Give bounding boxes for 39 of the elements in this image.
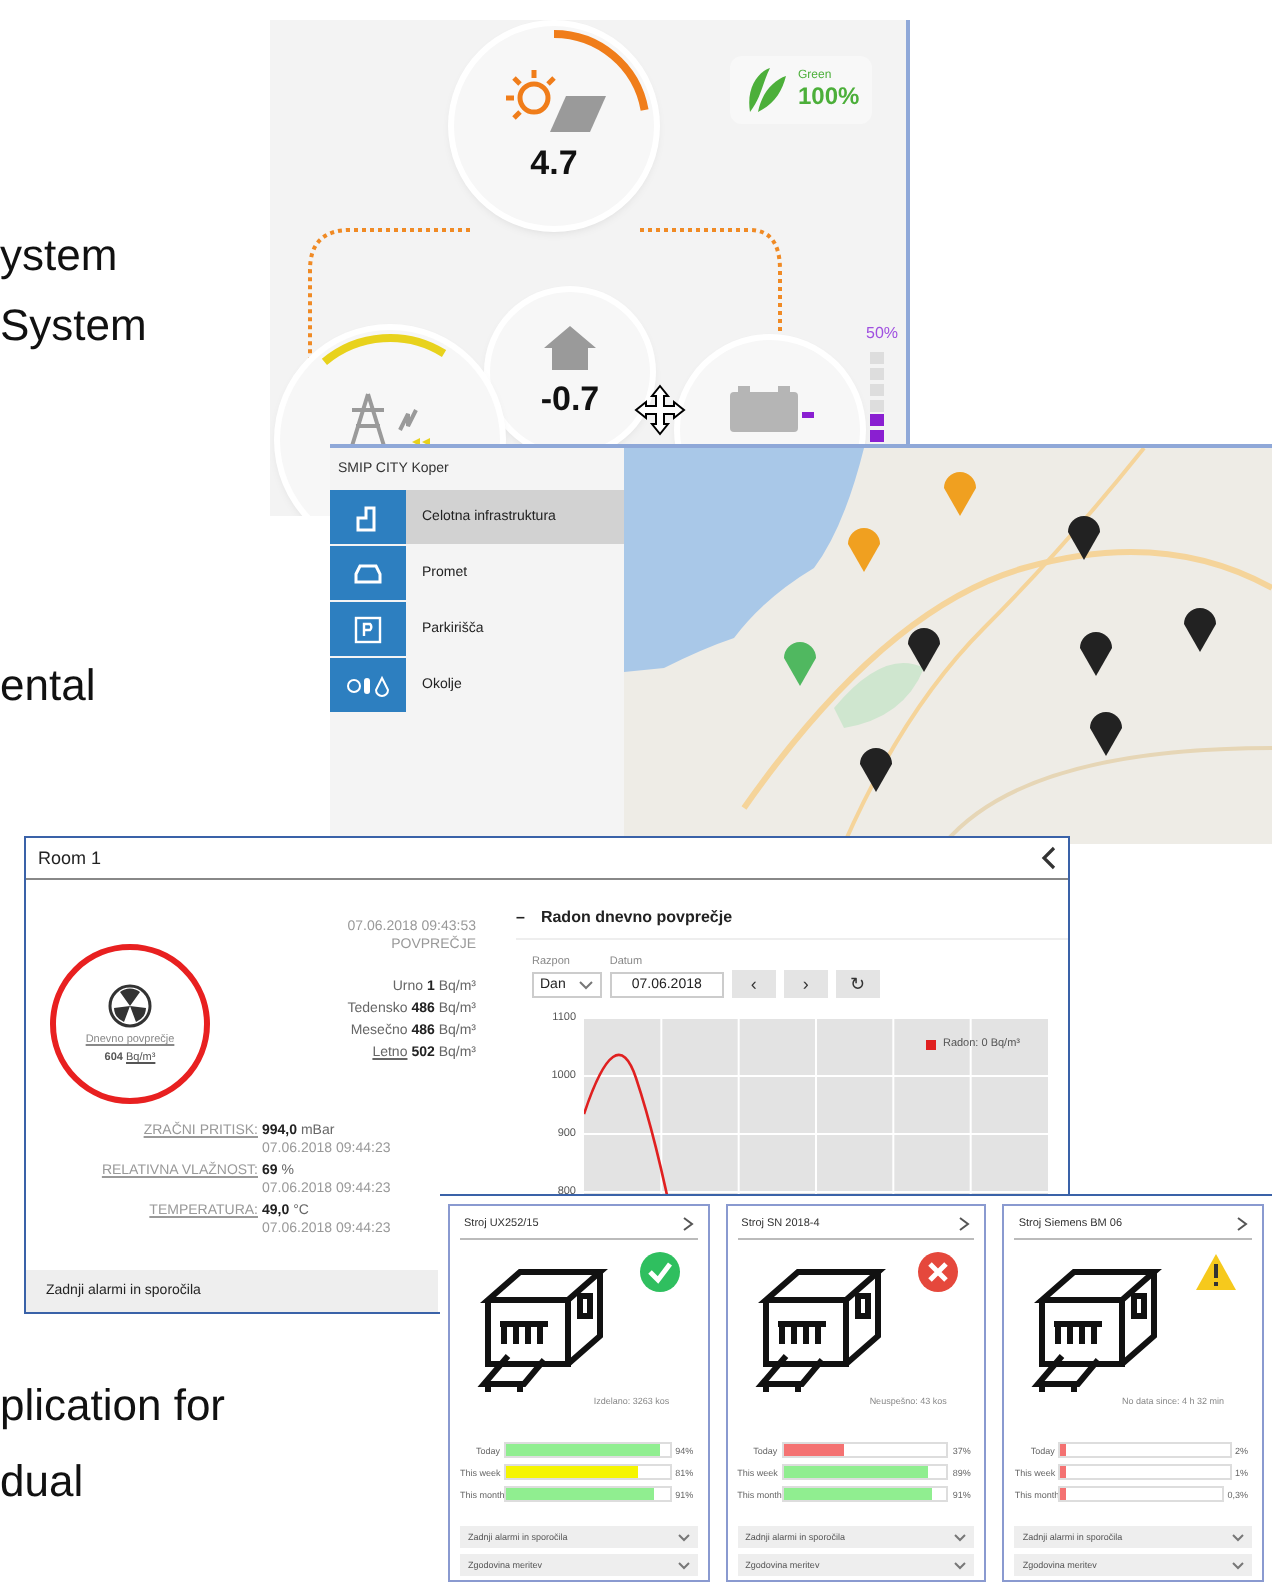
chevron-down-icon (954, 1533, 967, 1541)
house-icon (542, 324, 598, 372)
refresh-button[interactable]: ↻ (835, 970, 880, 998)
slide-text: ystem (0, 230, 118, 282)
gauge-arc (553, 30, 649, 111)
chevron-right-icon[interactable] (1236, 1216, 1249, 1232)
next-button[interactable]: › (783, 970, 828, 998)
error-icon (918, 1252, 958, 1292)
collapse-toggle[interactable]: – (516, 908, 525, 926)
chevron-down-icon (1232, 1533, 1245, 1541)
battery-icon (726, 384, 814, 436)
eco-value: 100% (798, 82, 860, 110)
slide-text: ental (0, 660, 96, 712)
previous-button[interactable]: ‹ (731, 970, 776, 998)
house-value: -0.7 (540, 380, 600, 420)
slide-text: plication for (0, 1380, 226, 1432)
slide-text: System (0, 300, 147, 352)
parking-icon (354, 615, 382, 643)
building-icon (354, 503, 382, 531)
car-icon (352, 561, 384, 585)
radiation-icon (108, 984, 152, 1028)
back-icon[interactable] (1040, 846, 1056, 870)
solar-value: 4.7 (530, 144, 578, 184)
battery-reading: 50% (866, 324, 899, 342)
chevron-down-icon (1232, 1561, 1245, 1569)
chevron-down-icon (677, 1533, 690, 1541)
legend-swatch (926, 1039, 937, 1049)
gauge-arc (322, 334, 446, 366)
chevron-right-icon[interactable] (958, 1216, 971, 1232)
chevron-down-icon (577, 979, 594, 991)
window-title: Room 1 (38, 848, 102, 868)
chevron-down-icon (677, 1561, 690, 1569)
chevron-right-icon[interactable] (681, 1216, 694, 1232)
check-icon (640, 1252, 681, 1292)
chart-title: Radon dnevno povprečje (540, 908, 733, 926)
slide-text: dual (0, 1456, 84, 1508)
chevron-down-icon (954, 1561, 967, 1569)
environment-icon (346, 673, 390, 697)
warning-icon (1193, 1252, 1238, 1292)
